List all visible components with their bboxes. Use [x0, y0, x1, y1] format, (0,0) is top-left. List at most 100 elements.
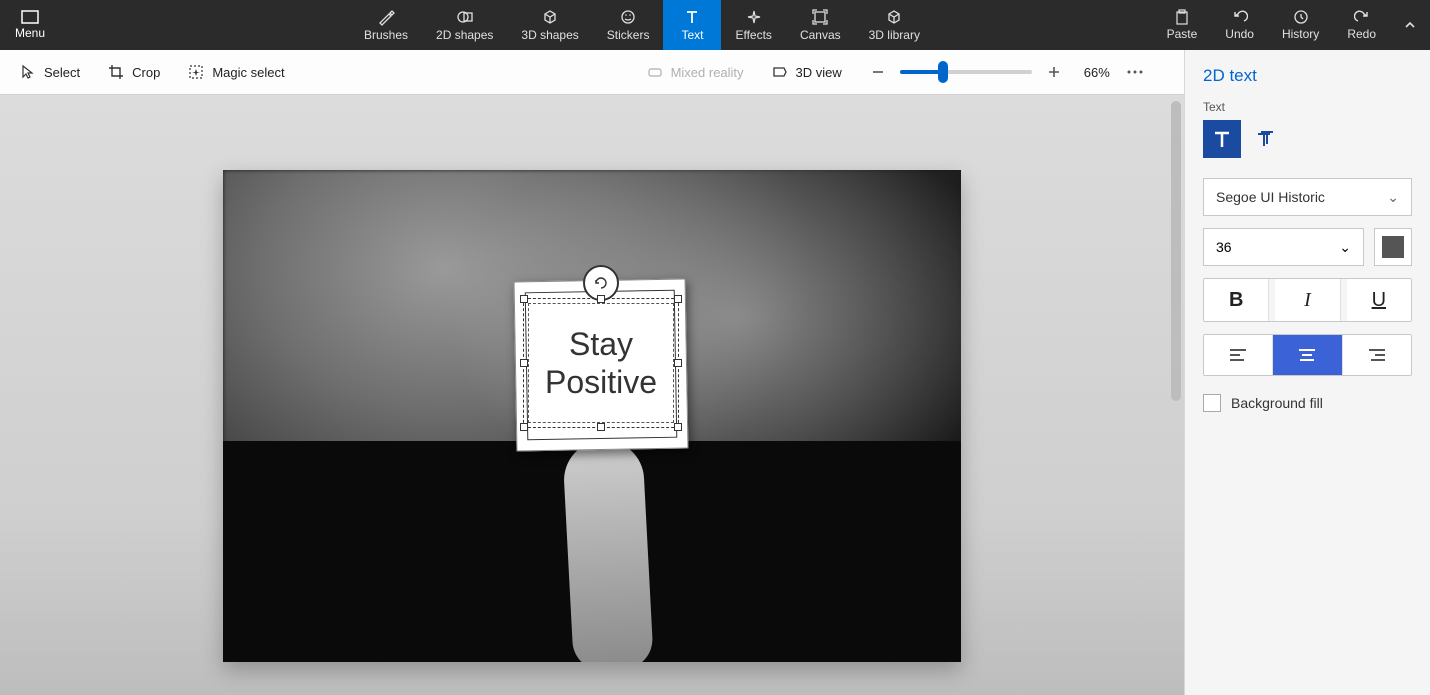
italic-label: I [1304, 289, 1311, 312]
text-mode-row [1203, 120, 1412, 158]
align-left-button[interactable] [1204, 335, 1273, 375]
history-button[interactable]: History [1268, 0, 1333, 50]
paste-label: Paste [1167, 27, 1198, 41]
font-size-dropdown[interactable]: 36 ⌄ [1203, 228, 1364, 266]
font-dropdown[interactable]: Segoe UI Historic ⌄ [1203, 178, 1412, 216]
brush-icon [377, 8, 395, 26]
color-swatch-preview [1382, 236, 1404, 258]
tab-canvas-label: Canvas [800, 28, 841, 42]
undo-button[interactable]: Undo [1211, 0, 1268, 50]
align-center-button[interactable] [1273, 335, 1342, 375]
zoom-slider[interactable] [900, 70, 1032, 74]
workspace: Select Crop Magic select Mixed reality 3… [0, 50, 1430, 695]
undo-icon [1232, 9, 1248, 25]
text-3d-icon [1255, 128, 1277, 150]
select-tool[interactable]: Select [8, 58, 92, 86]
resize-handle-n[interactable] [597, 295, 605, 303]
tab-canvas[interactable]: Canvas [786, 0, 855, 50]
text-line-2: Positive [545, 364, 657, 400]
background-fill-row: Background fill [1203, 394, 1412, 412]
font-value: Segoe UI Historic [1216, 189, 1325, 205]
top-header: Menu Brushes 2D shapes 3D shapes Sticker… [0, 0, 1430, 50]
resize-handle-nw[interactable] [520, 295, 528, 303]
underline-button[interactable]: U [1347, 279, 1411, 321]
menu-label: Menu [15, 26, 45, 40]
paste-button[interactable]: Paste [1153, 0, 1212, 50]
more-options-button[interactable] [1120, 70, 1150, 74]
panel-title: 2D text [1203, 66, 1412, 86]
zoom-out-button[interactable] [866, 60, 890, 84]
text-2d-mode-button[interactable] [1203, 120, 1241, 158]
resize-handle-s[interactable] [597, 423, 605, 431]
history-icon [1293, 9, 1309, 25]
tab-brushes-label: Brushes [364, 28, 408, 42]
library3d-icon [885, 8, 903, 26]
magic-select-tool[interactable]: Magic select [176, 58, 296, 86]
chevron-down-icon: ⌄ [1387, 189, 1399, 206]
background-fill-checkbox[interactable] [1203, 394, 1221, 412]
tab-effects[interactable]: Effects [721, 0, 785, 50]
mixed-reality-label: Mixed reality [671, 65, 744, 80]
text-2d-icon [1211, 128, 1233, 150]
redo-icon [1354, 9, 1370, 25]
resize-handle-se[interactable] [674, 423, 682, 431]
3d-view-tool[interactable]: 3D view [760, 58, 854, 86]
size-row: 36 ⌄ [1203, 228, 1412, 266]
3d-view-label: 3D view [796, 65, 842, 80]
text-line-1: Stay [569, 326, 633, 362]
tab-3d-library[interactable]: 3D library [855, 0, 934, 50]
text-color-button[interactable] [1374, 228, 1412, 266]
shapes2d-icon [456, 8, 474, 26]
sub-toolbar: Select Crop Magic select Mixed reality 3… [0, 50, 1184, 95]
tab-text[interactable]: Text [663, 0, 721, 50]
right-panel: 2D text Text Segoe UI Historic ⌄ 36 ⌄ B [1184, 50, 1430, 695]
menu-button[interactable]: Menu [0, 0, 60, 50]
align-right-button[interactable] [1343, 335, 1411, 375]
tab-text-label: Text [681, 28, 703, 42]
tab-2d-shapes[interactable]: 2D shapes [422, 0, 507, 50]
history-label: History [1282, 27, 1319, 41]
undo-label: Undo [1225, 27, 1254, 41]
chevron-down-icon: ⌄ [1339, 239, 1351, 256]
tool-tabs: Brushes 2D shapes 3D shapes Stickers Tex… [350, 0, 934, 50]
collapse-panel-button[interactable] [1390, 0, 1430, 50]
underline-label: U [1372, 289, 1386, 312]
tab-3d-library-label: 3D library [869, 28, 920, 42]
mixed-reality-icon [647, 64, 663, 80]
crop-tool[interactable]: Crop [96, 58, 172, 86]
resize-handle-e[interactable] [674, 359, 682, 367]
text-align-row [1203, 334, 1412, 376]
redo-label: Redo [1347, 27, 1376, 41]
more-icon [1126, 70, 1144, 74]
select-label: Select [44, 65, 80, 80]
resize-handle-w[interactable] [520, 359, 528, 367]
tab-stickers[interactable]: Stickers [593, 0, 664, 50]
text-icon [683, 8, 701, 26]
mixed-reality-tool: Mixed reality [635, 58, 756, 86]
plus-icon [1047, 65, 1061, 79]
zoom-control: 66% [866, 60, 1110, 84]
rotate-icon [592, 274, 610, 292]
canvas-text[interactable]: Stay Positive [545, 325, 657, 402]
align-left-icon [1229, 348, 1247, 362]
zoom-in-button[interactable] [1042, 60, 1066, 84]
italic-button[interactable]: I [1275, 279, 1340, 321]
resize-handle-ne[interactable] [674, 295, 682, 303]
canvas-scrollbar[interactable] [1171, 101, 1181, 689]
canvas-image[interactable]: Stay Positive [223, 170, 961, 662]
text-3d-mode-button[interactable] [1247, 120, 1285, 158]
resize-handle-sw[interactable] [520, 423, 528, 431]
tab-brushes[interactable]: Brushes [350, 0, 422, 50]
menu-icon [21, 10, 39, 24]
cursor-icon [20, 64, 36, 80]
redo-button[interactable]: Redo [1333, 0, 1390, 50]
background-fill-label: Background fill [1231, 395, 1323, 411]
canvas-icon [811, 8, 829, 26]
canvas-area[interactable]: Stay Positive [0, 95, 1184, 695]
crop-icon [108, 64, 124, 80]
tab-3d-shapes[interactable]: 3D shapes [507, 0, 592, 50]
paste-icon [1174, 9, 1190, 25]
tab-stickers-label: Stickers [607, 28, 650, 42]
bold-button[interactable]: B [1204, 279, 1269, 321]
text-selection-box[interactable]: Stay Positive [523, 298, 679, 428]
